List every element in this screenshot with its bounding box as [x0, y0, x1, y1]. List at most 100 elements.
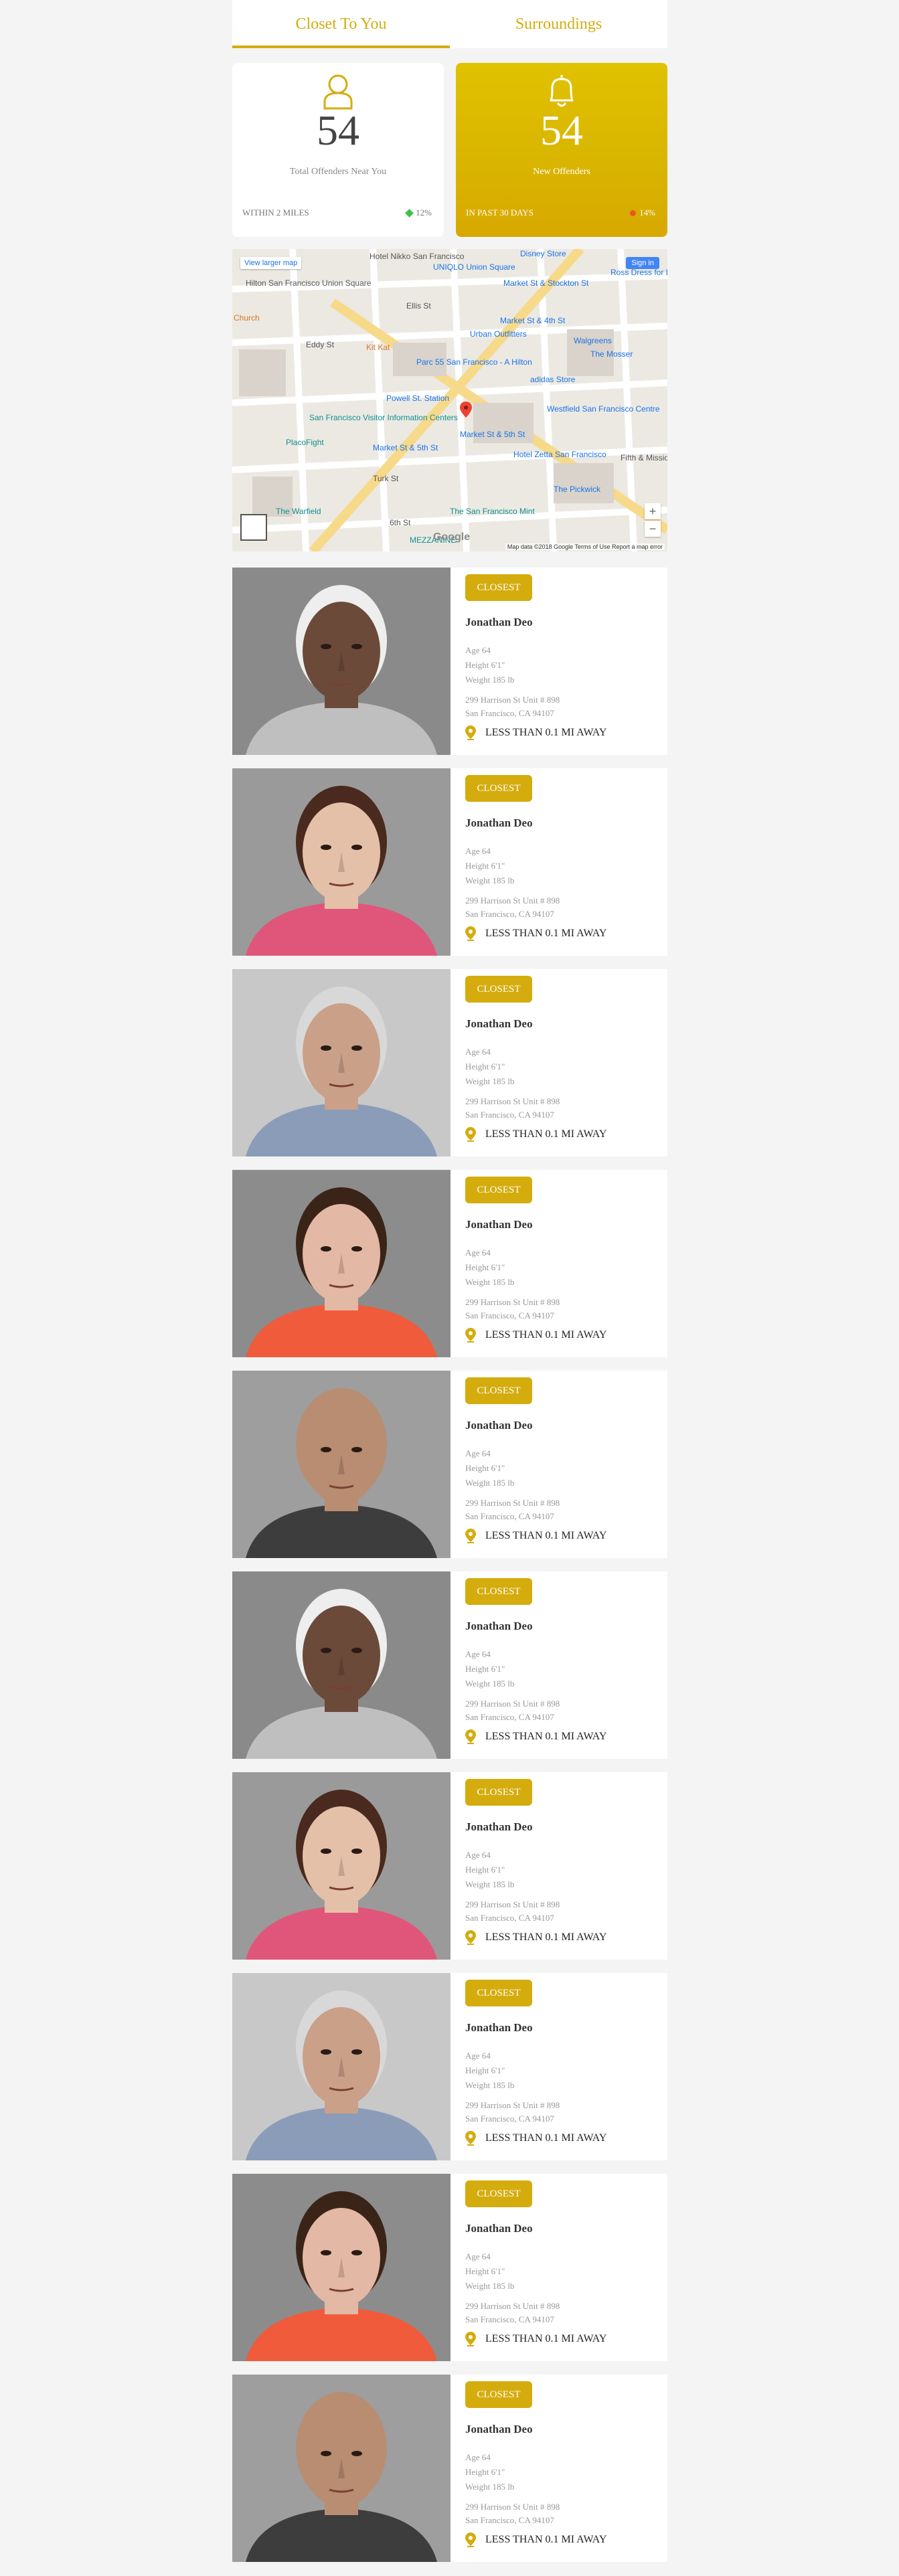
map-attribution[interactable]: Map data ©2018 Google Terms of Use Repor… — [505, 543, 665, 550]
offender-name[interactable]: Jonathan Deo — [465, 1620, 533, 1633]
closest-badge[interactable]: CLOSEST — [465, 1177, 532, 1203]
offender-photo[interactable] — [232, 1170, 451, 1357]
offender-age: Age 64 — [465, 2452, 491, 2462]
distance-label: LESS THAN 0.1 MI AWAY — [485, 1731, 607, 1742]
offender-address-line2: San Francisco, CA 94107 — [465, 1110, 554, 1120]
offender-weight: Weight 185 lb — [465, 2482, 515, 2492]
offender-address-line1: 299 Harrison St Unit # 898 — [465, 1297, 560, 1307]
offender-card[interactable]: CLOSEST Jonathan Deo Age 64 Height 6'1" … — [232, 1772, 667, 1960]
location-pin-icon — [465, 725, 476, 740]
offender-address-line2: San Francisco, CA 94107 — [465, 1310, 554, 1320]
zoom-out-button[interactable]: − — [645, 521, 661, 537]
new-offenders-label: New Offenders — [533, 167, 590, 177]
offender-card[interactable]: CLOSEST Jonathan Deo Age 64 Height 6'1" … — [232, 2174, 667, 2361]
offender-card[interactable]: CLOSEST Jonathan Deo Age 64 Height 6'1" … — [232, 768, 667, 956]
closest-badge[interactable]: CLOSEST — [465, 1779, 532, 1806]
closest-badge[interactable]: CLOSEST — [465, 574, 532, 601]
map-label: Powell St. Station — [386, 394, 450, 403]
location-pin-icon — [465, 2131, 476, 2146]
offender-name[interactable]: Jonathan Deo — [465, 2222, 533, 2235]
offender-photo[interactable] — [232, 568, 451, 755]
tab-closest-to-you[interactable]: Closet To You — [232, 0, 450, 48]
offender-weight: Weight 185 lb — [465, 875, 515, 885]
map-label: San Francisco Visitor Information Center… — [309, 413, 458, 422]
offender-weight: Weight 185 lb — [465, 2080, 515, 2090]
offender-photo[interactable] — [232, 1973, 451, 2160]
offender-distance: LESS THAN 0.1 MI AWAY — [465, 1127, 606, 1142]
offender-info: CLOSEST Jonathan Deo Age 64 Height 6'1" … — [465, 1371, 667, 1558]
offender-name[interactable]: Jonathan Deo — [465, 616, 533, 629]
location-pin-icon — [465, 1127, 476, 1142]
offender-distance: LESS THAN 0.1 MI AWAY — [465, 1930, 606, 1945]
offender-name[interactable]: Jonathan Deo — [465, 1419, 533, 1432]
offender-photo[interactable] — [232, 768, 451, 956]
closest-badge[interactable]: CLOSEST — [465, 1980, 532, 2006]
offender-age: Age 64 — [465, 1047, 491, 1057]
offender-photo[interactable] — [232, 1371, 451, 1558]
map-label: Urban Outfitters — [470, 329, 527, 339]
offender-address-line2: San Francisco, CA 94107 — [465, 1511, 554, 1521]
view-larger-map-link[interactable]: View larger map — [240, 257, 302, 269]
distance-label: LESS THAN 0.1 MI AWAY — [485, 1931, 607, 1943]
closest-badge[interactable]: CLOSEST — [465, 775, 532, 802]
map-label: Ellis St — [406, 301, 431, 311]
location-pin-icon — [465, 1328, 476, 1343]
closest-badge[interactable]: CLOSEST — [465, 2381, 532, 2408]
offender-card[interactable]: CLOSEST Jonathan Deo Age 64 Height 6'1" … — [232, 1973, 667, 2160]
offender-card[interactable]: CLOSEST Jonathan Deo Age 64 Height 6'1" … — [232, 1371, 667, 1558]
offender-address-line1: 299 Harrison St Unit # 898 — [465, 2100, 560, 2110]
offender-photo[interactable] — [232, 1571, 451, 1759]
new-change: 14% — [630, 207, 655, 218]
offender-age: Age 64 — [465, 2051, 491, 2061]
app: Closet To You Surroundings 54 Total Offe… — [232, 0, 667, 2562]
offender-card[interactable]: CLOSEST Jonathan Deo Age 64 Height 6'1" … — [232, 1170, 667, 1357]
user-icon — [323, 74, 353, 110]
offender-info: CLOSEST Jonathan Deo Age 64 Height 6'1" … — [465, 1772, 667, 1960]
map-label: Parc 55 San Francisco - A Hilton — [416, 357, 532, 367]
offender-height: Height 6'1" — [465, 660, 505, 670]
offender-name[interactable]: Jonathan Deo — [465, 1820, 533, 1834]
map-label: The Warfield — [276, 507, 321, 516]
offender-weight: Weight 185 lb — [465, 2281, 515, 2291]
total-change: 12% — [405, 207, 432, 218]
offender-weight: Weight 185 lb — [465, 1679, 515, 1689]
offender-photo[interactable] — [232, 2375, 451, 2562]
past-days-label: IN PAST 30 DAYS — [466, 207, 534, 218]
distance-label: LESS THAN 0.1 MI AWAY — [485, 727, 607, 738]
offender-card[interactable]: CLOSEST Jonathan Deo Age 64 Height 6'1" … — [232, 969, 667, 1156]
offender-address-line1: 299 Harrison St Unit # 898 — [465, 1899, 560, 1909]
closest-badge[interactable]: CLOSEST — [465, 1377, 532, 1404]
offender-distance: LESS THAN 0.1 MI AWAY — [465, 2131, 606, 2146]
offender-info: CLOSEST Jonathan Deo Age 64 Height 6'1" … — [465, 1170, 667, 1357]
new-offenders-count: 54 — [540, 106, 583, 154]
offender-address-line2: San Francisco, CA 94107 — [465, 1913, 554, 1923]
offender-name[interactable]: Jonathan Deo — [465, 2021, 533, 2035]
offender-name[interactable]: Jonathan Deo — [465, 1017, 533, 1031]
map[interactable]: View larger map Sign in Hotel Nikko San … — [232, 249, 667, 551]
map-label: 6th St — [390, 518, 411, 527]
offender-card[interactable]: CLOSEST Jonathan Deo Age 64 Height 6'1" … — [232, 1571, 667, 1759]
offender-photo[interactable] — [232, 1772, 451, 1960]
distance-label: LESS THAN 0.1 MI AWAY — [485, 2534, 607, 2545]
closest-badge[interactable]: CLOSEST — [465, 1578, 532, 1605]
total-offenders-label: Total Offenders Near You — [289, 167, 387, 177]
zoom-in-button[interactable]: + — [645, 503, 661, 519]
offender-photo[interactable] — [232, 2174, 451, 2361]
distance-label: LESS THAN 0.1 MI AWAY — [485, 1530, 607, 1541]
offender-card[interactable]: CLOSEST Jonathan Deo Age 64 Height 6'1" … — [232, 2375, 667, 2562]
offender-photo[interactable] — [232, 969, 451, 1156]
offender-name[interactable]: Jonathan Deo — [465, 1218, 533, 1231]
offender-card[interactable]: CLOSEST Jonathan Deo Age 64 Height 6'1" … — [232, 568, 667, 755]
offender-name[interactable]: Jonathan Deo — [465, 2423, 533, 2436]
map-label: Fifth & Mission Garage — [621, 453, 667, 462]
closest-badge[interactable]: CLOSEST — [465, 2180, 532, 2207]
closest-badge[interactable]: CLOSEST — [465, 976, 532, 1003]
map-label: Ross Dress for Less — [610, 268, 667, 277]
tab-surroundings[interactable]: Surroundings — [450, 0, 667, 48]
total-change-value: 12% — [416, 207, 432, 218]
offender-height: Height 6'1" — [465, 861, 505, 871]
location-pin-icon — [465, 2332, 476, 2346]
location-pin-icon — [465, 1729, 476, 1744]
offender-name[interactable]: Jonathan Deo — [465, 817, 533, 830]
offender-age: Age 64 — [465, 846, 491, 856]
